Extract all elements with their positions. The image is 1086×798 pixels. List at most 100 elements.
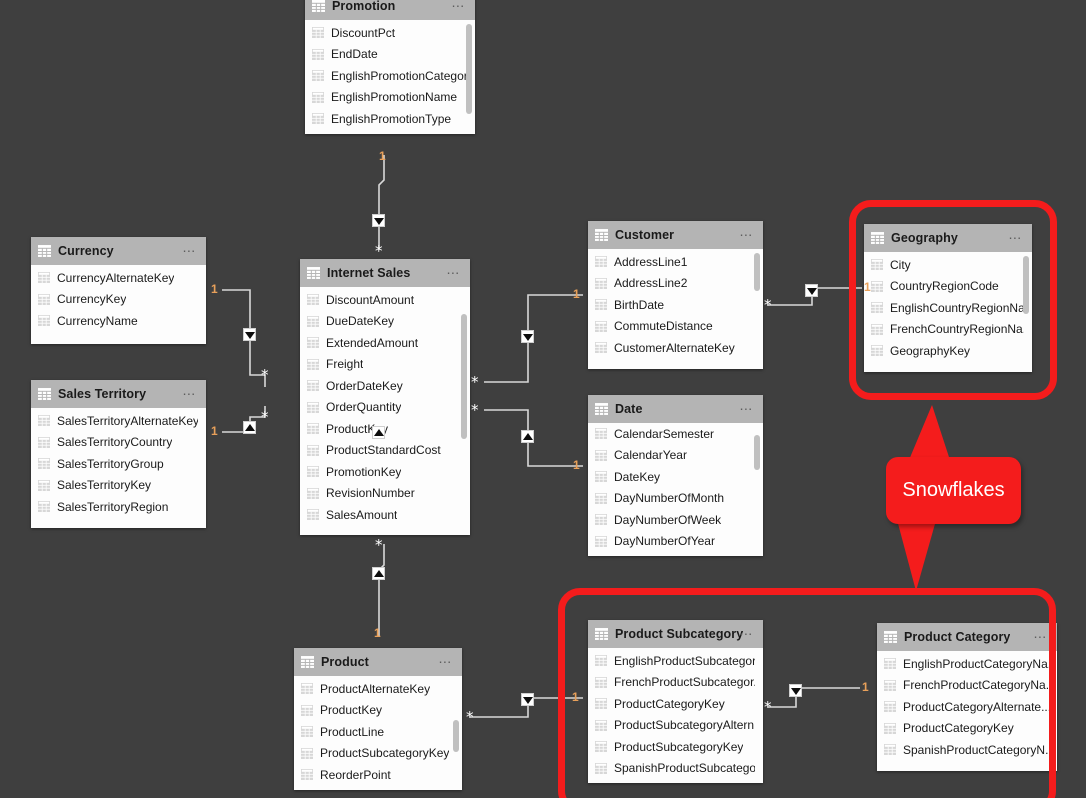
field-row[interactable]: DateKey: [588, 466, 763, 488]
field-row[interactable]: ProductKey: [300, 418, 470, 440]
field-row[interactable]: ReorderPoint: [294, 764, 462, 786]
field-row[interactable]: CurrencyAlternateKey: [31, 267, 206, 289]
vertical-scrollbar[interactable]: [461, 314, 467, 439]
field-row[interactable]: SalesTerritoryRegion: [31, 496, 206, 518]
ellipsis-icon[interactable]: ⋯: [739, 628, 754, 641]
field-row[interactable]: ProductCategoryAlternate...: [877, 696, 1057, 718]
field-row[interactable]: ProductSubcategoryAltern...: [588, 715, 763, 737]
field-row[interactable]: ProductAlternateKey: [294, 678, 462, 700]
field-row[interactable]: AddressLine2: [588, 273, 763, 295]
ellipsis-icon[interactable]: ⋯: [182, 245, 197, 258]
field-row[interactable]: ProductLine: [294, 721, 462, 743]
table-header-internet-sales[interactable]: Internet Sales ⋯: [300, 259, 470, 287]
table-card-product-subcategory[interactable]: Product Subcategory ⋯ EnglishProductSubc…: [588, 620, 763, 783]
vertical-scrollbar[interactable]: [466, 24, 472, 114]
vertical-scrollbar[interactable]: [754, 253, 760, 291]
field-row[interactable]: CurrencyName: [31, 310, 206, 332]
field-label: ProductKey: [320, 703, 383, 718]
table-card-currency[interactable]: Currency ⋯ CurrencyAlternateKey Currency…: [31, 237, 206, 344]
ellipsis-icon[interactable]: ⋯: [739, 229, 754, 242]
field-row[interactable]: ProductCategoryKey: [877, 718, 1057, 740]
ellipsis-icon[interactable]: ⋯: [438, 656, 453, 669]
table-card-product-category[interactable]: Product Category ⋯ EnglishProductCategor…: [877, 623, 1057, 771]
table-card-internet-sales[interactable]: Internet Sales ⋯ DiscountAmount DueDateK…: [300, 259, 470, 535]
cardinality-one-date: 1: [573, 458, 580, 472]
field-row[interactable]: EnglishProductCategoryNa...: [877, 653, 1057, 675]
cardinality-many-geography-link: *: [764, 296, 772, 314]
vertical-scrollbar[interactable]: [453, 720, 459, 752]
field-row[interactable]: DiscountPct: [305, 22, 475, 44]
field-row[interactable]: DayNumberOfMonth: [588, 488, 763, 510]
field-row[interactable]: RevisionNumber: [300, 483, 470, 505]
table-header-product[interactable]: Product ⋯: [294, 648, 462, 676]
table-card-promotion[interactable]: Promotion ⋯ DiscountPct EndDate EnglishP…: [305, 0, 475, 134]
field-row[interactable]: EnglishPromotionName: [305, 87, 475, 109]
field-row[interactable]: SalesTerritoryCountry: [31, 432, 206, 454]
field-row[interactable]: SalesTerritoryKey: [31, 475, 206, 497]
field-row[interactable]: SpanishProductSubcatego...: [588, 758, 763, 780]
field-row[interactable]: DayNumberOfWeek: [588, 509, 763, 531]
field-row[interactable]: SalesTerritoryGroup: [31, 453, 206, 475]
field-row[interactable]: FrenchCountryRegionNa...: [864, 319, 1032, 341]
field-row[interactable]: ExtendedAmount: [300, 332, 470, 354]
field-row[interactable]: BirthDate: [588, 294, 763, 316]
field-row[interactable]: PromotionKey: [300, 461, 470, 483]
field-label: CurrencyAlternateKey: [57, 270, 175, 285]
table-header-geography[interactable]: Geography ⋯: [864, 224, 1032, 252]
field-row[interactable]: OrderDateKey: [300, 375, 470, 397]
ellipsis-icon[interactable]: ⋯: [446, 267, 461, 280]
field-row[interactable]: FrenchProductSubcategor...: [588, 672, 763, 694]
table-header-promotion[interactable]: Promotion ⋯: [305, 0, 475, 20]
ellipsis-icon[interactable]: ⋯: [739, 403, 754, 416]
vertical-scrollbar[interactable]: [754, 435, 760, 470]
table-header-currency[interactable]: Currency ⋯: [31, 237, 206, 265]
field-row[interactable]: CustomerAlternateKey: [588, 337, 763, 359]
ellipsis-icon[interactable]: ⋯: [1033, 631, 1048, 644]
ellipsis-icon[interactable]: ⋯: [182, 388, 197, 401]
ellipsis-icon[interactable]: ⋯: [1008, 232, 1023, 245]
table-header-customer[interactable]: Customer ⋯: [588, 221, 763, 249]
table-header-product-category[interactable]: Product Category ⋯: [877, 623, 1057, 651]
field-row[interactable]: GeographyKey: [864, 340, 1032, 362]
table-card-customer[interactable]: Customer ⋯ AddressLine1 AddressLine2 Bir…: [588, 221, 763, 369]
field-row[interactable]: EndDate: [305, 44, 475, 66]
field-row[interactable]: CurrencyKey: [31, 289, 206, 311]
field-row[interactable]: DueDateKey: [300, 311, 470, 333]
table-card-product[interactable]: Product ⋯ ProductAlternateKey ProductKey…: [294, 648, 462, 790]
field-grid-icon: [307, 315, 319, 327]
field-row[interactable]: SalesTerritoryAlternateKey: [31, 410, 206, 432]
table-header-date[interactable]: Date ⋯: [588, 395, 763, 423]
field-row[interactable]: FrenchProductCategoryNa...: [877, 675, 1057, 697]
field-row[interactable]: ProductSubcategoryKey: [588, 736, 763, 758]
field-row[interactable]: Freight: [300, 354, 470, 376]
table-card-sales-territory[interactable]: Sales Territory ⋯ SalesTerritoryAlternat…: [31, 380, 206, 528]
field-row[interactable]: SpanishProductCategoryN...: [877, 739, 1057, 761]
field-row[interactable]: EnglishCountryRegionNa...: [864, 297, 1032, 319]
table-header-sales-territory[interactable]: Sales Territory ⋯: [31, 380, 206, 408]
field-row[interactable]: DiscountAmount: [300, 289, 470, 311]
field-row[interactable]: EnglishPromotionCategory: [305, 65, 475, 87]
table-card-date[interactable]: Date ⋯ CalendarSemester CalendarYear Dat…: [588, 395, 763, 556]
field-label: CommuteDistance: [614, 319, 713, 334]
table-title: Promotion: [332, 0, 396, 13]
field-row[interactable]: CalendarSemester: [588, 423, 763, 445]
field-row[interactable]: ProductSubcategoryKey: [294, 743, 462, 765]
field-row[interactable]: SalesAmount: [300, 504, 470, 526]
field-row[interactable]: EnglishProductSubcategor...: [588, 650, 763, 672]
field-row[interactable]: ProductCategoryKey: [588, 693, 763, 715]
table-header-product-subcategory[interactable]: Product Subcategory ⋯: [588, 620, 763, 648]
ellipsis-icon[interactable]: ⋯: [451, 0, 466, 13]
field-row[interactable]: OrderQuantity: [300, 397, 470, 419]
table-card-geography[interactable]: Geography ⋯ City CountryRegionCode Engli…: [864, 224, 1032, 372]
field-row[interactable]: ProductStandardCost: [300, 440, 470, 462]
field-row[interactable]: DayNumberOfYear: [588, 531, 763, 553]
model-diagram-canvas[interactable]: 1 1 1 1 1 1 1 1 1 * * * * * * * * * Prom…: [0, 0, 1086, 798]
vertical-scrollbar[interactable]: [1023, 256, 1029, 314]
field-row[interactable]: CommuteDistance: [588, 316, 763, 338]
field-row[interactable]: City: [864, 254, 1032, 276]
field-row[interactable]: CalendarYear: [588, 445, 763, 467]
field-row[interactable]: ProductKey: [294, 700, 462, 722]
field-row[interactable]: AddressLine1: [588, 251, 763, 273]
field-row[interactable]: CountryRegionCode: [864, 276, 1032, 298]
field-row[interactable]: EnglishPromotionType: [305, 108, 475, 130]
